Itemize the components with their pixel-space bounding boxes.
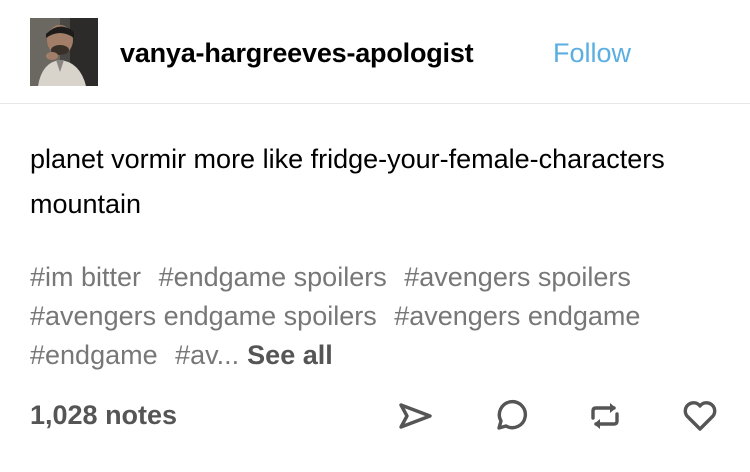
- post-footer: 1,028 notes: [0, 388, 750, 444]
- tag[interactable]: #avengers endgame: [394, 301, 640, 331]
- avatar[interactable]: [30, 18, 98, 86]
- heart-icon: [683, 401, 717, 431]
- tag-list: #im bitter #endgame spoilers #avengers s…: [30, 258, 720, 375]
- tag[interactable]: #endgame spoilers: [159, 262, 387, 292]
- tag-truncated[interactable]: #av...: [175, 340, 239, 370]
- notes-count[interactable]: 1,028 notes: [30, 398, 177, 432]
- avatar-image: [30, 18, 98, 86]
- username[interactable]: vanya-hargreeves-apologist: [120, 36, 474, 70]
- share-icon: [399, 403, 432, 429]
- post-header: vanya-hargreeves-apologist Follow: [0, 0, 750, 104]
- reblog-icon: [591, 403, 619, 429]
- tag[interactable]: #avengers spoilers: [404, 262, 631, 292]
- post-body: planet vormir more like fridge-your-fema…: [30, 144, 665, 219]
- tag[interactable]: #im bitter: [30, 262, 141, 292]
- see-all-link[interactable]: See all: [247, 340, 333, 370]
- tag[interactable]: #endgame: [30, 340, 158, 370]
- like-button[interactable]: [680, 396, 720, 436]
- reply-button[interactable]: [490, 396, 530, 436]
- follow-button[interactable]: Follow: [553, 36, 631, 70]
- reblog-button[interactable]: [585, 396, 625, 436]
- reply-icon: [497, 399, 528, 430]
- tag[interactable]: #avengers endgame spoilers: [30, 301, 377, 331]
- share-button[interactable]: [395, 396, 435, 436]
